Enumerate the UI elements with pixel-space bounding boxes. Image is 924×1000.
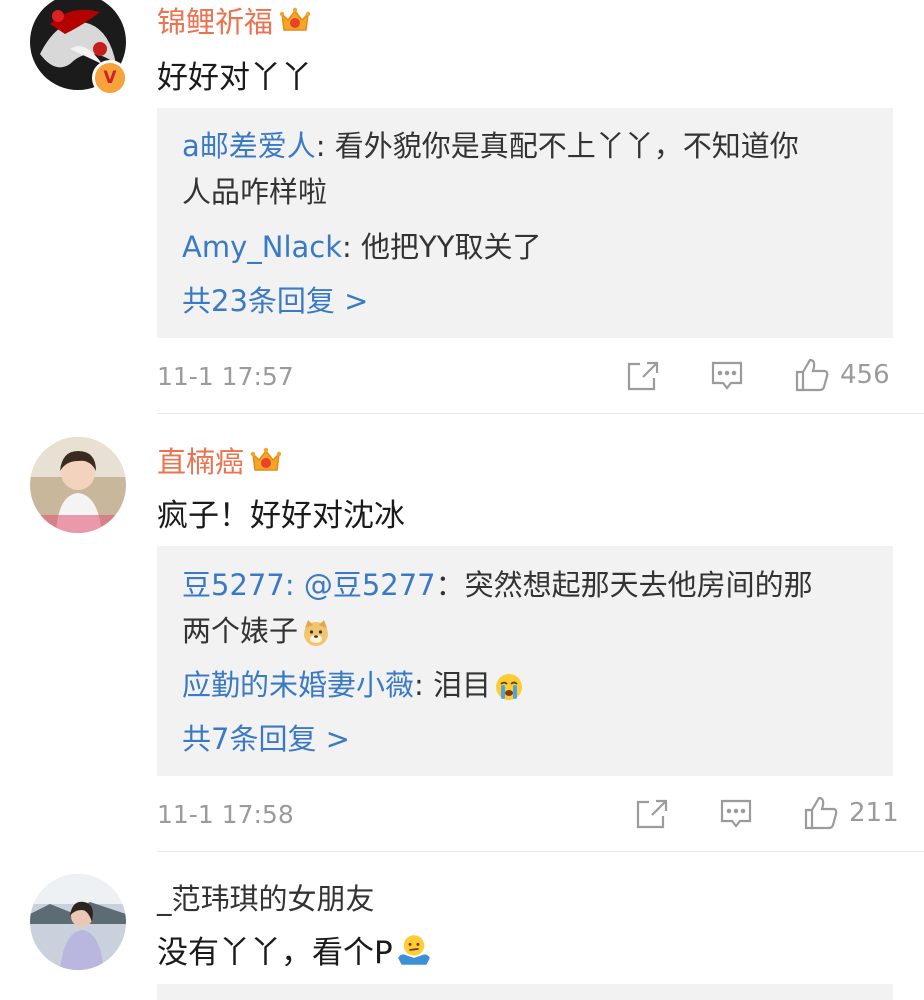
avatar[interactable] <box>30 874 126 970</box>
reply-separator: : <box>342 230 362 264</box>
vip-crown-icon <box>250 447 282 471</box>
username[interactable]: _范玮琪的女朋友 <box>157 876 375 918</box>
reply-button[interactable] <box>710 360 744 392</box>
comment-text: 没有丫丫，看个P <box>157 927 432 972</box>
username-text[interactable]: 直楠癌 <box>157 439 244 481</box>
reply-username[interactable]: 应勤的未婚妻小薇 <box>182 668 414 702</box>
reply-item[interactable]: 应勤的未婚妻小薇: 泪目 <box>182 662 872 708</box>
thumbs-up-icon <box>795 358 829 392</box>
doge-emoji-icon <box>304 620 329 646</box>
like-count: 211 <box>849 798 899 828</box>
reply-box[interactable]: a邮差爱人: 看外貌你是真配不上丫丫，不知道你 人品咋样啦 Amy_Nlack:… <box>157 108 893 338</box>
comment-item: _范玮琪的女朋友 没有丫丫，看个P <box>0 852 924 1000</box>
divider <box>157 413 924 414</box>
reply-box <box>157 984 893 1000</box>
username-text[interactable]: 锦鲤祈福 <box>157 0 273 41</box>
comment-time: 11-1 17:58 <box>157 800 294 829</box>
reply-mention[interactable]: @豆5277 <box>304 568 436 602</box>
share-icon <box>627 361 659 391</box>
shrug-emoji-icon <box>397 934 430 965</box>
share-button[interactable] <box>626 360 660 392</box>
reply-separator: : <box>284 568 304 602</box>
reply-username[interactable]: Amy_Nlack <box>182 230 342 264</box>
reply-username[interactable]: a邮差爱人 <box>182 129 316 163</box>
comment-icon <box>711 361 743 390</box>
username[interactable]: 直楠癌 <box>157 439 282 481</box>
reply-item[interactable]: a邮差爱人: 看外貌你是真配不上丫丫，不知道你 <box>182 123 872 169</box>
reply-username[interactable]: 豆5277 <box>182 568 285 602</box>
comment-text: 好好对丫丫 <box>157 60 312 96</box>
reply-text: 看外貌你是真配不上丫丫，不知道你 <box>334 129 799 163</box>
reply-item-continued: 人品咋样啦 <box>182 169 872 215</box>
avatar[interactable] <box>30 437 126 533</box>
reply-text: 泪目 <box>433 668 492 702</box>
reply-item[interactable]: Amy_Nlack: 他把YY取关了 <box>182 224 872 270</box>
more-replies-link[interactable]: 共23条回复 > <box>182 278 872 324</box>
username-text[interactable]: _范玮琪的女朋友 <box>157 876 375 918</box>
reply-text: 他把YY取关了 <box>361 230 542 264</box>
share-icon <box>636 799 668 829</box>
more-replies-link[interactable]: 共7条回复 > <box>182 716 872 762</box>
reply-box[interactable]: 豆5277: @豆5277：突然想起那天去他房间的那 两个婊子 应勤的未婚妻小薇… <box>157 546 893 776</box>
crying-emoji-icon <box>496 674 523 700</box>
reply-text: 人品咋样啦 <box>182 175 328 209</box>
like-button[interactable]: 456 <box>794 357 890 393</box>
comment-item: 直楠癌 疯子！好好对沈冰 豆5277: @豆5277：突然想起那天去他房间的那 … <box>0 415 924 852</box>
share-button[interactable] <box>635 798 669 830</box>
like-button[interactable]: 211 <box>803 795 899 831</box>
comment-icon <box>720 799 752 828</box>
reply-button[interactable] <box>719 798 753 830</box>
reply-text: 两个婊子 <box>182 614 299 648</box>
reply-item-continued: 两个婊子 <box>182 608 872 654</box>
reply-separator: : <box>414 668 434 702</box>
comment-text-content: 没有丫丫，看个P <box>157 935 393 971</box>
reply-separator: : <box>315 129 335 163</box>
comment-text: 疯子！好好对沈冰 <box>157 498 405 534</box>
thumbs-up-icon <box>804 796 838 830</box>
like-count: 456 <box>840 360 890 390</box>
comment-item: V 锦鲤祈福 好好对丫丫 a邮差爱人: 看外貌你是真配不上丫丫，不知道你 人品咋… <box>0 0 924 415</box>
verified-badge: V <box>92 60 128 96</box>
vip-crown-icon <box>279 7 311 31</box>
username[interactable]: 锦鲤祈福 <box>157 0 311 41</box>
reply-text: ：突然想起那天去他房间的那 <box>435 568 813 602</box>
comment-time: 11-1 17:57 <box>157 362 294 391</box>
reply-item[interactable]: 豆5277: @豆5277：突然想起那天去他房间的那 <box>182 562 872 608</box>
